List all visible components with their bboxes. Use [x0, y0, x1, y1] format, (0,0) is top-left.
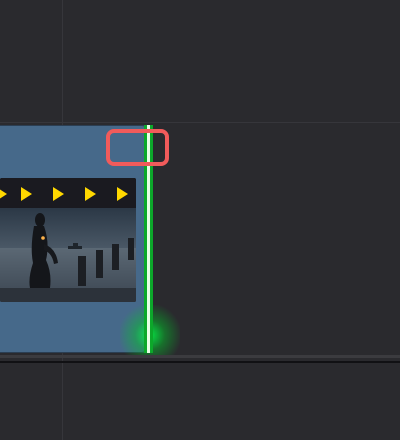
marker-row — [0, 178, 136, 208]
play-marker-icon — [85, 187, 96, 201]
grid-line-horizontal — [0, 122, 400, 123]
play-marker-icon — [0, 187, 7, 201]
track-divider — [0, 355, 400, 358]
timeline-viewport: { "timeline": { "clip": { "name": "video… — [0, 0, 400, 440]
clip-filmstrip — [0, 178, 136, 302]
highlight-box — [106, 129, 169, 166]
clip-thumbnail — [0, 208, 136, 302]
play-marker-icon — [117, 187, 128, 201]
play-marker-icon — [53, 187, 64, 201]
track-divider-shadow — [0, 361, 400, 363]
play-marker-icon — [21, 187, 32, 201]
